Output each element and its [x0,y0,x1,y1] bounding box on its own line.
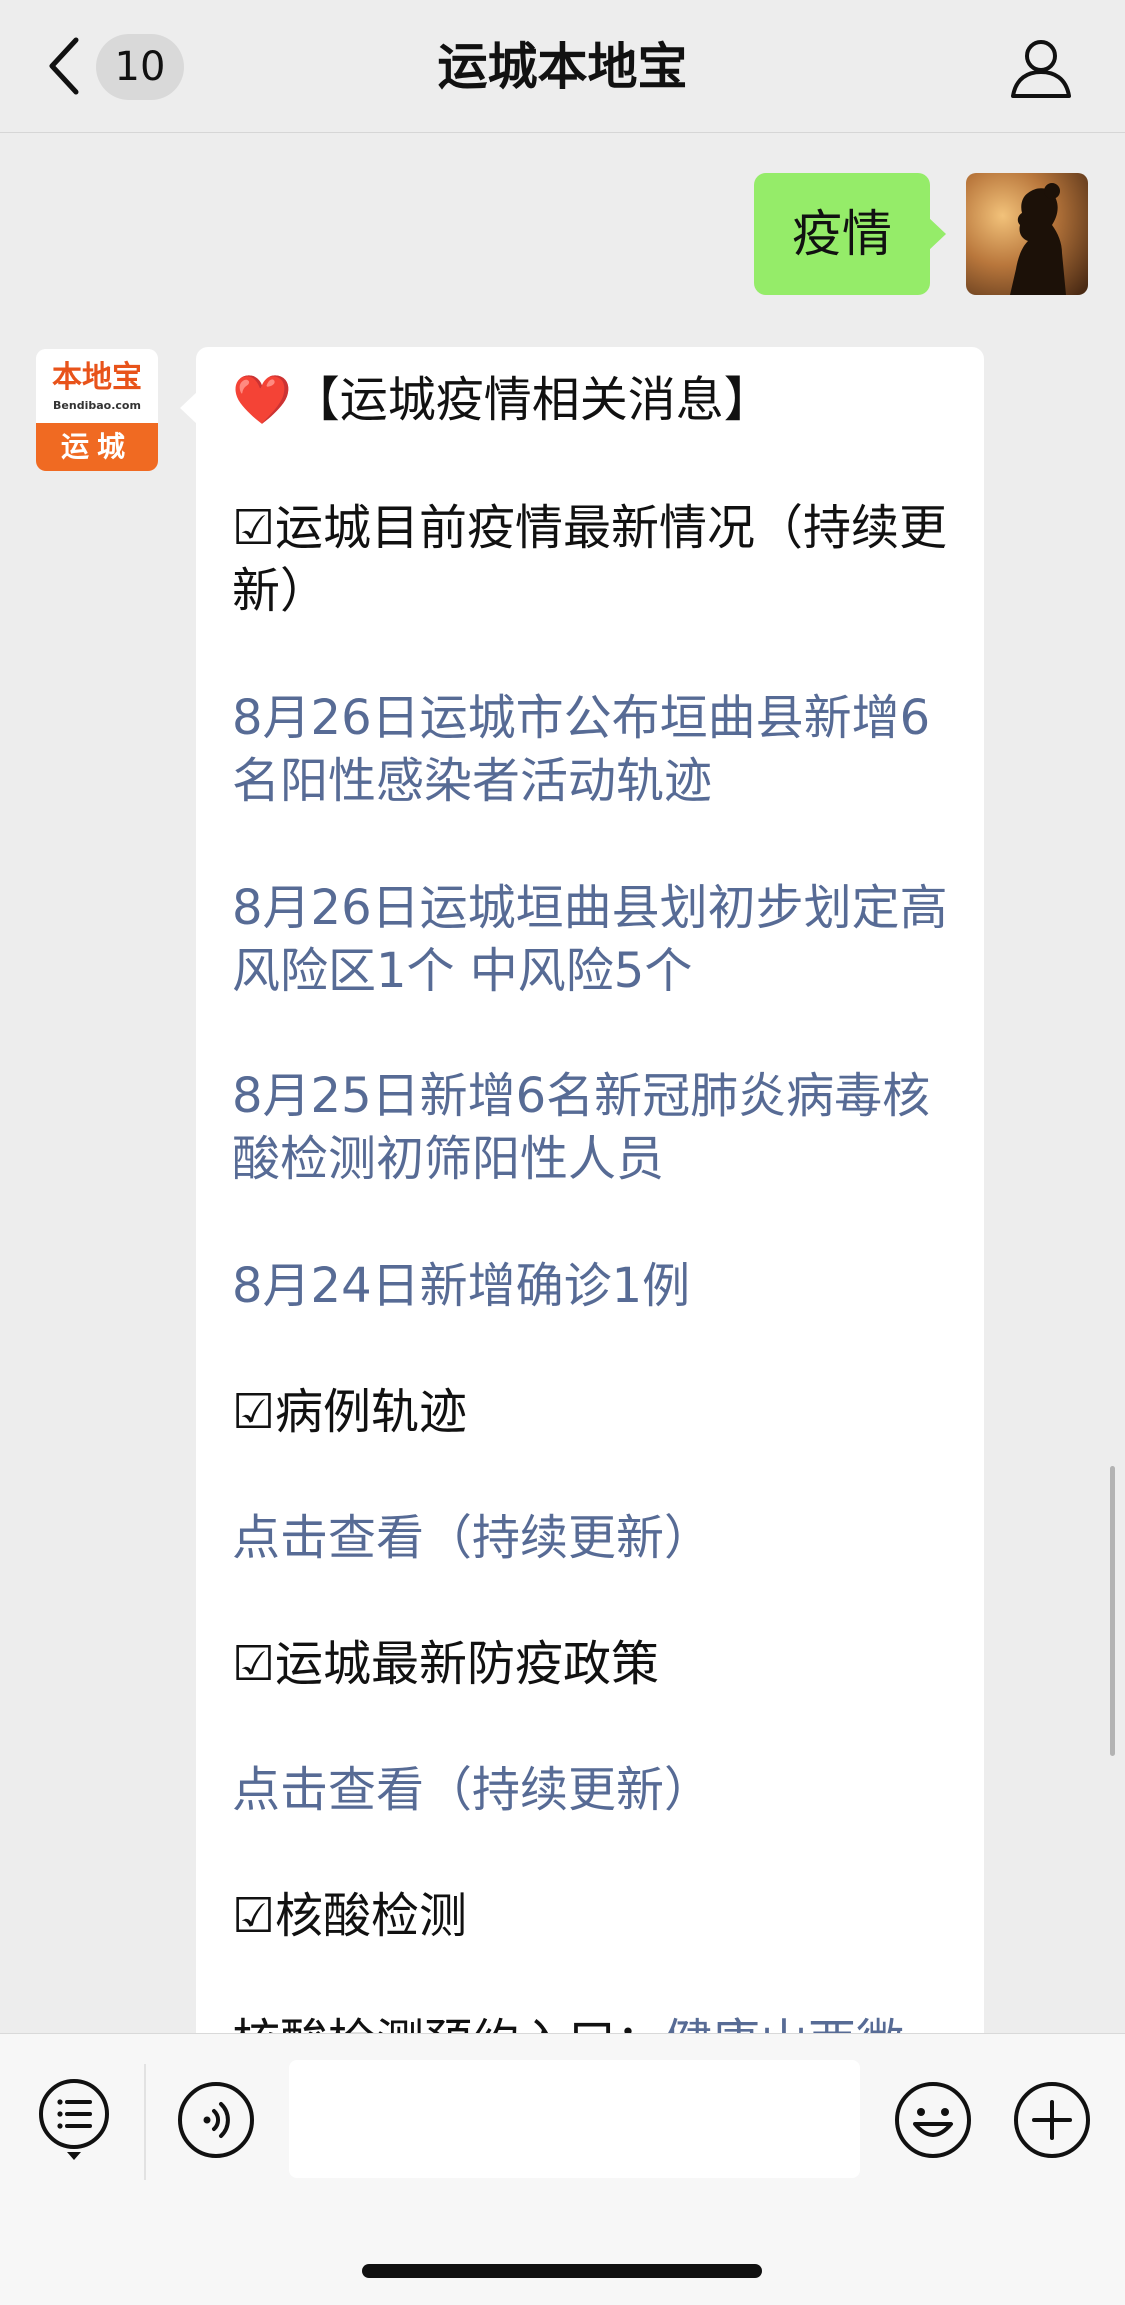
link-view-policy[interactable]: 点击查看（持续更新） [232,1759,952,1822]
message-input[interactable] [289,2060,860,2178]
heading-text: 【运城疫情相关消息】 [291,372,772,428]
section-current-situation: ☑运城目前疫情最新情况（持续更新） [232,500,948,619]
user-avatar[interactable] [966,173,1088,295]
list-menu-icon[interactable] [34,2076,114,2162]
bot-message-heading: ❤️【运城疫情相关消息】 [232,369,952,432]
bot-logo-text: 本地宝 [52,360,142,395]
section-case-trajectory: ☑病例轨迹 [232,1384,468,1440]
chat-title: 运城本地宝 [437,38,688,96]
voice-icon[interactable] [176,2080,256,2160]
link-aug26-risk-areas[interactable]: 8月26日运城垣曲县划初步划定高风险区1个 中风险5个 [232,877,952,1003]
link-health-shanxi[interactable]: 健康山西微 [664,2014,904,2033]
link-view-trajectory[interactable]: 点击查看（持续更新） [232,1507,952,1570]
bot-message-bubble: ❤️【运城疫情相关消息】 ☑运城目前疫情最新情况（持续更新） 8月26日运城市公… [180,347,984,2033]
chat-header: 10 运城本地宝 [0,0,1125,133]
section-policy: ☑运城最新防疫政策 [232,1636,660,1692]
bot-logo-url: Bendibao.com [53,399,141,412]
toolbar-divider [144,2064,146,2180]
user-message-text: 疫情 [792,205,892,263]
bot-logo-city: 运城 [36,423,158,471]
nucleic-test-entry: 核酸检测预约入口：健康山西微 [232,2011,952,2033]
nucleic-test-label: 核酸检测预约入口： [232,2014,664,2033]
home-indicator[interactable] [362,2264,762,2278]
chat-area[interactable]: 疫情 本地宝 Bendibao.com 运城 ❤️【运城疫情相关消息】 ☑运城目… [0,133,1125,2033]
user-avatar-image [966,173,1088,295]
link-aug25-new-cases[interactable]: 8月25日新增6名新冠肺炎病毒核酸检测初筛阳性人员 [232,1065,952,1191]
heart-icon: ❤️ [232,372,292,428]
smiley-icon[interactable] [893,2080,973,2160]
section-nucleic-test: ☑核酸检测 [232,1888,468,1944]
link-aug24-confirmed[interactable]: 8月24日新增确诊1例 [232,1255,952,1318]
chat-scrollbar[interactable] [1110,1466,1115,1756]
user-message-bubble[interactable]: 疫情 [754,173,946,295]
bot-avatar[interactable]: 本地宝 Bendibao.com 运城 [36,349,158,471]
bot-logo: 本地宝 Bendibao.com [36,349,158,423]
link-aug26-trajectory[interactable]: 8月26日运城市公布垣曲县新增6名阳性感染者活动轨迹 [232,687,952,813]
person-icon[interactable] [1008,34,1074,100]
plus-circle-icon[interactable] [1012,2080,1092,2160]
